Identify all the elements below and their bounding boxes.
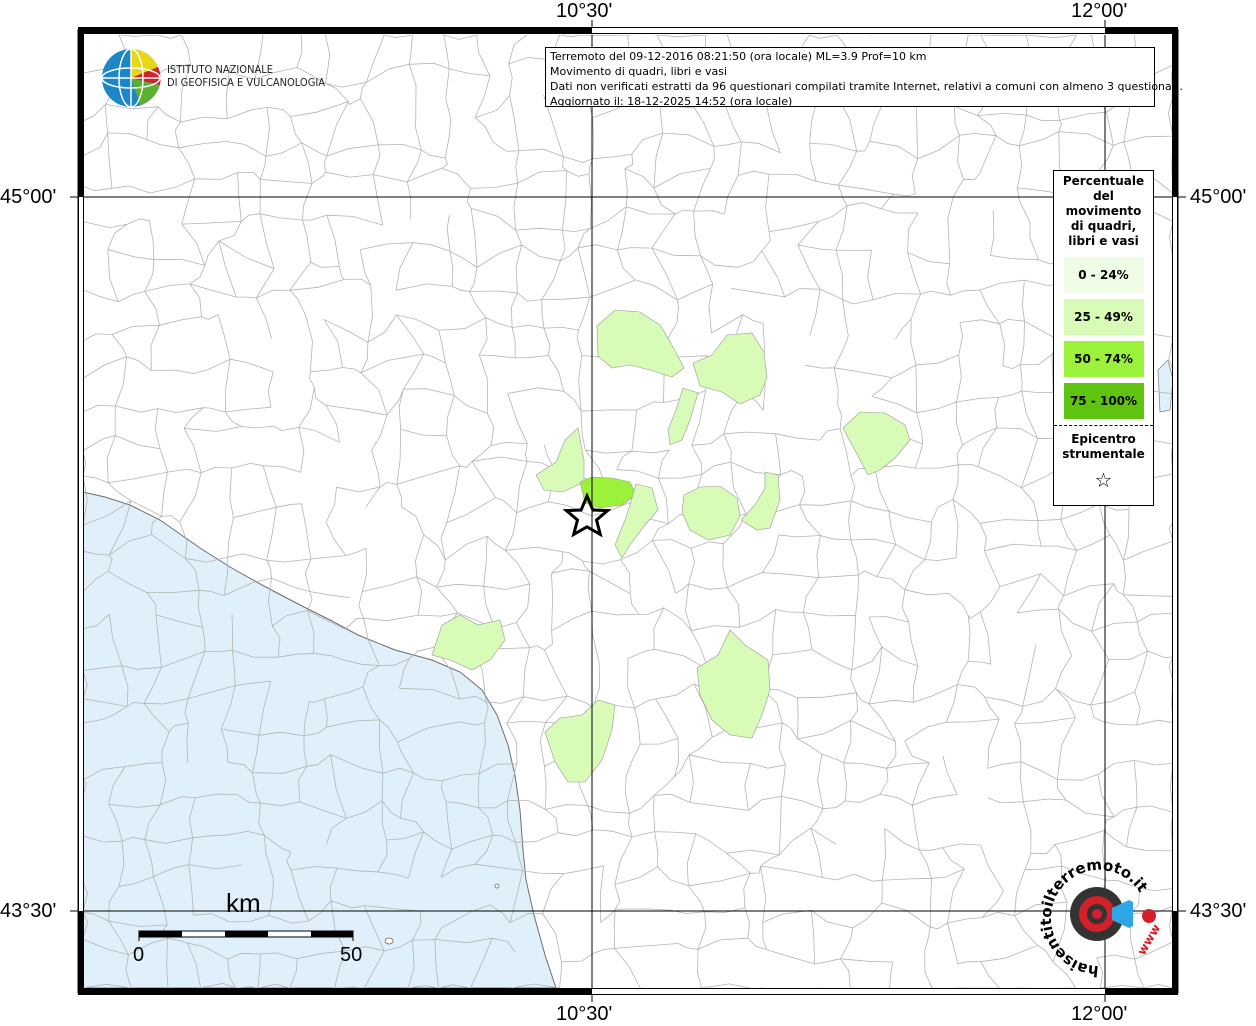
legend-label: 75 - 100% [1069, 394, 1138, 408]
legend-label: 25 - 49% [1074, 310, 1133, 324]
lon-label-top-right: 12°00' [1071, 0, 1128, 22]
scale-unit: km [226, 888, 261, 918]
legend-title-line: movimento [1065, 204, 1142, 218]
hai-sentito-logo: haisentitoilterremoto.it www [1037, 856, 1163, 980]
event-info-box: Terremoto del 09-12-2016 08:21:50 (ora l… [545, 47, 1183, 108]
event-subtitle: Movimento di quadri, libri e vasi [550, 65, 728, 78]
legend-title-line: libri e vasi [1068, 234, 1139, 248]
legend-label: 50 - 74% [1074, 352, 1133, 366]
lon-label-bottom-left: 10°30' [556, 1003, 613, 1025]
lon-label-bottom-right: 12°00' [1071, 1003, 1128, 1025]
legend-title-line: di quadri, [1070, 219, 1137, 233]
lat-label-lower-right: 43°30' [1190, 900, 1247, 922]
legend-swatch-25-49: 25 - 49% [1063, 299, 1144, 335]
legend-swatch-75-100: 75 - 100% [1063, 383, 1144, 419]
legend: Percentuale del movimento di quadri, lib… [1053, 170, 1154, 506]
legend-title: Percentuale del movimento di quadri, lib… [1054, 174, 1153, 249]
legend-swatch-50-74: 50 - 74% [1063, 341, 1144, 377]
lon-label-top-left: 10°30' [556, 0, 613, 22]
lat-label-upper-left: 45°00' [0, 186, 57, 208]
legend-title-line: del [1093, 189, 1114, 203]
ingv-globe-logo [101, 48, 161, 108]
scale-end: 50 [340, 944, 363, 966]
legend-epicenter: Epicentro strumentale [1054, 432, 1153, 462]
scale-start: 0 [133, 944, 145, 966]
legend-epicenter-line: strumentale [1062, 447, 1145, 461]
island [494, 883, 500, 889]
lat-label-upper-right: 45°00' [1190, 186, 1247, 208]
ingv-line1: ISTITUTO NAZIONALE [167, 63, 274, 76]
legend-swatch-0-24: 0 - 24% [1063, 257, 1144, 293]
event-data-note: Dati non verificati estratti da 96 quest… [550, 80, 1183, 93]
lat-label-lower-left: 43°30' [0, 900, 57, 922]
epicenter-star-icon: ☆ [1094, 468, 1113, 492]
legend-divider [1054, 425, 1153, 426]
event-title: Terremoto del 09-12-2016 08:21:50 (ora l… [550, 50, 927, 63]
hst-www: www [1134, 922, 1163, 958]
island [384, 937, 394, 945]
ingv-line2: DI GEOFISICA E VULCANOLOGIA [167, 76, 326, 89]
ingv-name: ISTITUTO NAZIONALE DI GEOFISICA E VULCAN… [167, 63, 325, 89]
legend-epicenter-line: Epicentro [1071, 432, 1136, 446]
event-updated: Aggiornato il: 18-12-2025 14:52 (ora loc… [550, 95, 793, 108]
legend-label: 0 - 24% [1078, 268, 1129, 282]
legend-title-line: Percentuale [1062, 174, 1145, 188]
